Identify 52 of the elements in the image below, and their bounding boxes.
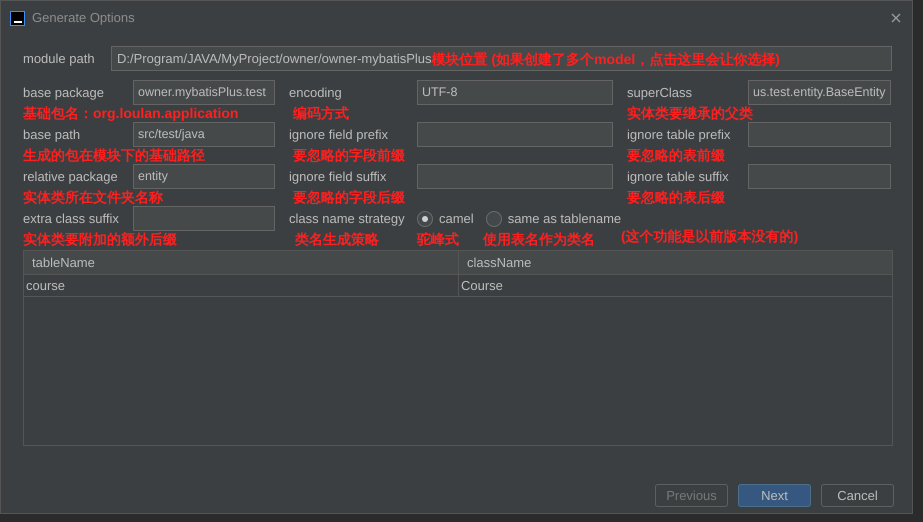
annotation-text: 要忽略的表前缀	[627, 146, 725, 162]
field-label: ignore field prefix	[289, 126, 389, 144]
field-label: relative package	[23, 168, 119, 186]
text-field[interactable]	[417, 164, 613, 189]
annotation-text: 实体类要附加的额外后缀	[23, 230, 177, 246]
text-field[interactable]	[133, 206, 275, 231]
table-cell-text: course	[25, 276, 66, 295]
text-field[interactable]: us.test.entity.BaseEntity	[748, 80, 891, 105]
annotation-text: 编码方式	[293, 104, 349, 120]
text-field[interactable]	[417, 122, 613, 147]
radio-label[interactable]: camel	[439, 208, 474, 228]
cancel-button[interactable]: Cancel	[821, 484, 894, 507]
annotation-text: 生成的包在模块下的基础路径	[23, 146, 205, 162]
text-field[interactable]	[748, 164, 891, 189]
app-logo-icon	[10, 10, 25, 26]
field-label: class name strategy	[289, 210, 406, 228]
text-field[interactable]: src/test/java	[133, 122, 275, 147]
annotation-text: 要忽略的表后缀	[627, 188, 725, 204]
field-label: base package	[23, 84, 105, 102]
field-label: encoding	[289, 84, 343, 102]
field-value: D:/Program/JAVA/MyProject/owner/owner-mybatisPlus	[117, 50, 432, 68]
annotation-text: 实体类所在文件夹名称	[23, 188, 163, 204]
annotation-text: 使用表名作为类名	[483, 230, 595, 246]
field-label: extra class suffix	[23, 210, 120, 228]
annotation-text: 模块位置 (如果创建了多个model，点击这里会让你选择)	[432, 50, 780, 66]
text-field[interactable]: entity	[133, 164, 275, 189]
text-field[interactable]: UTF-8	[417, 80, 613, 105]
field-label: module path	[23, 50, 96, 68]
radio-label[interactable]: same as tablename	[508, 208, 622, 228]
radio-button[interactable]	[486, 210, 502, 226]
window-title: Generate Options	[32, 9, 135, 28]
annotation-text: 要忽略的字段前缀	[293, 146, 405, 162]
column-header[interactable]: tableName	[24, 251, 458, 274]
module-path-field[interactable]: D:/Program/JAVA/MyProject/owner/owner-mybatisPlus模块位置 (如果创建了多个model，点击这里会让你选择)	[111, 46, 892, 71]
table-cell: Course	[458, 275, 892, 296]
field-label: ignore table prefix	[627, 126, 732, 144]
annotation-text: 要忽略的字段后缀	[293, 188, 405, 204]
text-field[interactable]	[748, 122, 891, 147]
annotation-text: 类名生成策略	[295, 230, 379, 246]
field-label: superClass	[627, 84, 694, 102]
close-icon[interactable]	[891, 13, 901, 23]
radio-button[interactable]	[417, 210, 433, 226]
text-field[interactable]: owner.mybatisPlus.test	[133, 80, 275, 105]
annotation-text: 实体类要继承的父类	[627, 104, 753, 120]
annotation-text: (这个功能是以前版本没有的)	[621, 228, 798, 246]
field-label: base path	[23, 126, 82, 144]
field-label: ignore table suffix	[627, 168, 730, 186]
annotation-text: 基础包名：org.loulan.application	[23, 104, 238, 120]
field-label: ignore field suffix	[289, 168, 388, 186]
column-header[interactable]: className	[458, 251, 892, 274]
annotation-text: 驼峰式	[417, 230, 459, 246]
next-button[interactable]: Next	[738, 484, 811, 507]
